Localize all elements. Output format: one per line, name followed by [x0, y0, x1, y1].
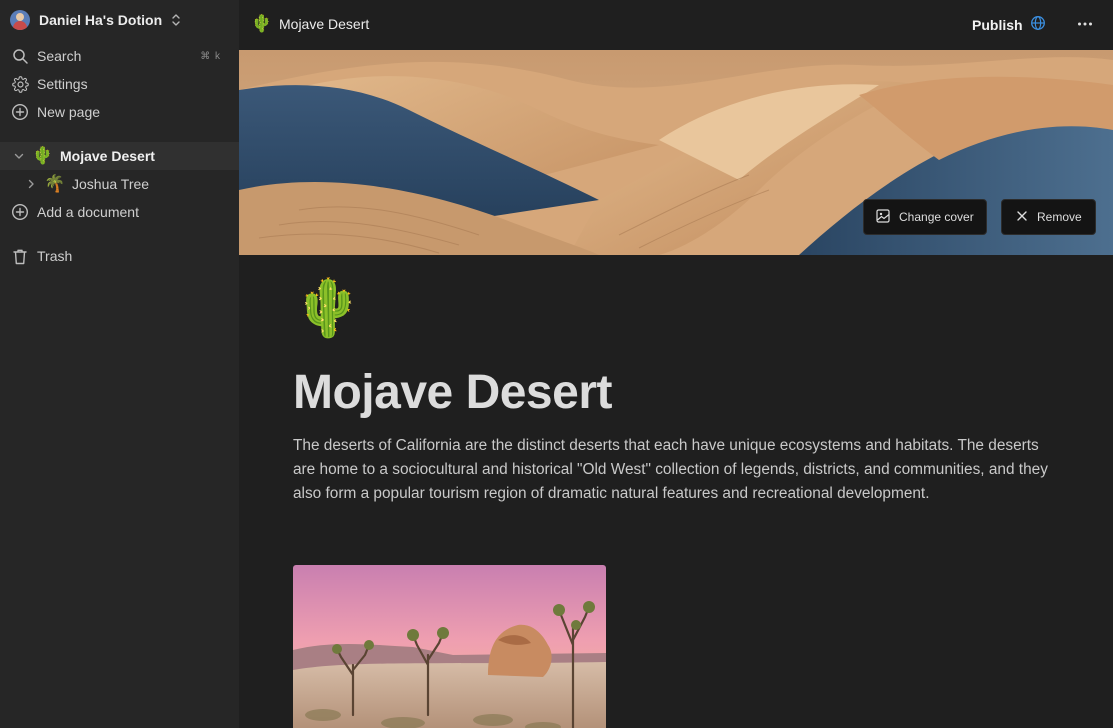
avatar — [10, 10, 30, 30]
change-cover-label: Change cover — [899, 210, 974, 224]
cover-image: Change cover Remove — [239, 50, 1113, 255]
workspace-switcher[interactable]: Daniel Ha's Dotion — [10, 9, 181, 31]
document-emoji: 🌵 — [32, 146, 54, 165]
workspace-name: Daniel Ha's Dotion — [39, 12, 163, 28]
sidebar-item-label: New page — [37, 104, 101, 120]
chevron-right-icon[interactable] — [24, 177, 38, 191]
publish-label: Publish — [972, 16, 1023, 33]
sidebar-item-joshua-tree[interactable]: 🌴 Joshua Tree — [0, 170, 239, 198]
sidebar-item-search[interactable]: Search ⌘ k — [0, 42, 239, 70]
sidebar-item-label: Mojave Desert — [60, 148, 155, 164]
embedded-image[interactable] — [293, 565, 606, 728]
top-bar: 🌵 Mojave Desert Publish — [239, 0, 1113, 50]
globe-icon — [1030, 15, 1046, 34]
document-emoji: 🌴 — [44, 174, 66, 193]
sidebar-item-label: Trash — [37, 248, 73, 264]
close-icon — [1016, 210, 1028, 225]
change-cover-button[interactable]: Change cover — [863, 199, 987, 235]
plus-circle-icon — [11, 203, 29, 221]
chevrons-up-down-icon — [171, 13, 181, 27]
page-title[interactable]: Mojave Desert — [293, 365, 612, 420]
remove-cover-button[interactable]: Remove — [1001, 199, 1096, 235]
shortcut-hint: ⌘ k — [200, 50, 221, 62]
sidebar-item-settings[interactable]: Settings — [0, 70, 239, 98]
sidebar-item-trash[interactable]: Trash — [0, 242, 239, 270]
remove-label: Remove — [1037, 210, 1082, 224]
sidebar-item-add-document[interactable]: Add a document — [0, 198, 239, 226]
sidebar-item-label: Search — [37, 48, 82, 64]
sidebar-item-label: Add a document — [37, 204, 139, 220]
image-icon — [876, 208, 890, 226]
breadcrumb-title[interactable]: Mojave Desert — [279, 16, 369, 32]
plus-circle-icon — [11, 103, 29, 121]
sidebar-item-mojave-desert[interactable]: 🌵 Mojave Desert — [0, 142, 239, 170]
gear-icon — [11, 75, 29, 93]
trash-icon — [11, 247, 29, 265]
more-horizontal-icon[interactable] — [1075, 14, 1095, 34]
chevron-down-icon[interactable] — [12, 149, 26, 163]
search-icon — [11, 47, 29, 65]
sidebar-item-new-page[interactable]: New page — [0, 98, 239, 126]
page-emoji: 🌵 — [251, 14, 273, 33]
publish-button[interactable]: Publish — [972, 15, 1046, 34]
page-icon[interactable]: 🌵 — [293, 274, 363, 342]
sidebar-item-label: Joshua Tree — [72, 176, 150, 192]
sidebar-item-label: Settings — [37, 76, 88, 92]
main-content: 🌵 Mojave Desert Publish Change cover Rem… — [239, 0, 1113, 728]
page-body-text[interactable]: The deserts of California are the distin… — [293, 434, 1063, 506]
sidebar: Daniel Ha's Dotion Search ⌘ k Settings N… — [0, 0, 239, 728]
